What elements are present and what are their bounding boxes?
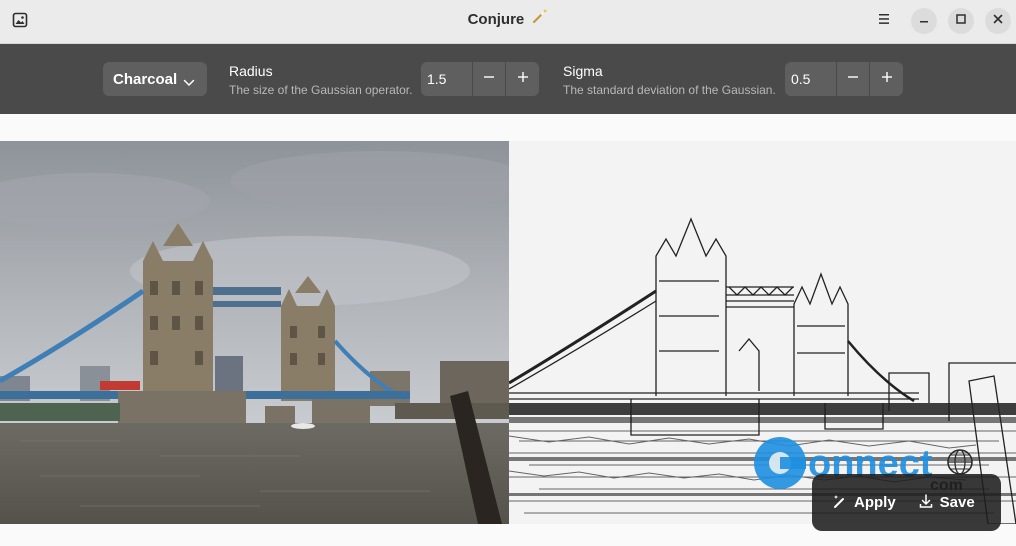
close-button[interactable]: [985, 8, 1011, 34]
minus-icon: [483, 70, 495, 88]
sigma-description: The standard deviation of the Gaussian.: [563, 83, 776, 97]
save-button-label: Save: [939, 494, 975, 511]
sigma-increment-button[interactable]: [870, 62, 903, 96]
minimize-button[interactable]: [911, 8, 937, 34]
original-image: [0, 141, 509, 524]
minus-icon: [847, 70, 859, 88]
filter-dropdown-label: Charcoal: [113, 70, 178, 88]
chevron-down-icon: [183, 74, 195, 91]
radius-increment-button[interactable]: [506, 62, 539, 96]
filter-toolbar: Charcoal Radius The size of the Gaussian…: [0, 44, 1016, 114]
image-icon: [12, 12, 28, 28]
save-button[interactable]: Save: [918, 493, 975, 513]
sigma-spinbutton: 0.5: [785, 62, 903, 96]
download-icon: [918, 493, 934, 513]
window-title: Conjure: [0, 0, 1016, 44]
filter-dropdown[interactable]: Charcoal: [103, 62, 207, 96]
main-menu-button[interactable]: [871, 8, 897, 34]
action-bar: Apply Save: [812, 474, 1001, 531]
apply-button-label: Apply: [854, 494, 896, 511]
radius-spinbutton: 1.5: [421, 62, 539, 96]
header-bar: Conjure: [0, 0, 1016, 44]
window-title-text: Conjure: [467, 11, 525, 28]
magic-wand-icon: [532, 0, 548, 40]
plus-icon: [517, 70, 529, 88]
sigma-decrement-button[interactable]: [837, 62, 870, 96]
radius-decrement-button[interactable]: [473, 62, 506, 96]
radius-description: The size of the Gaussian operator.: [229, 83, 413, 97]
apply-button[interactable]: Apply: [832, 493, 896, 513]
sigma-label: Sigma: [563, 63, 603, 79]
hamburger-menu-icon: [877, 12, 891, 30]
sigma-value-input[interactable]: 0.5: [785, 62, 837, 96]
radius-value-input[interactable]: 1.5: [421, 62, 473, 96]
globe-icon: [947, 449, 973, 475]
close-icon: [992, 12, 1004, 30]
plus-icon: [881, 70, 893, 88]
maximize-button[interactable]: [948, 8, 974, 34]
radius-label: Radius: [229, 63, 273, 79]
minimize-icon: [918, 12, 930, 30]
magic-wand-icon: [832, 493, 848, 513]
maximize-icon: [955, 12, 967, 30]
